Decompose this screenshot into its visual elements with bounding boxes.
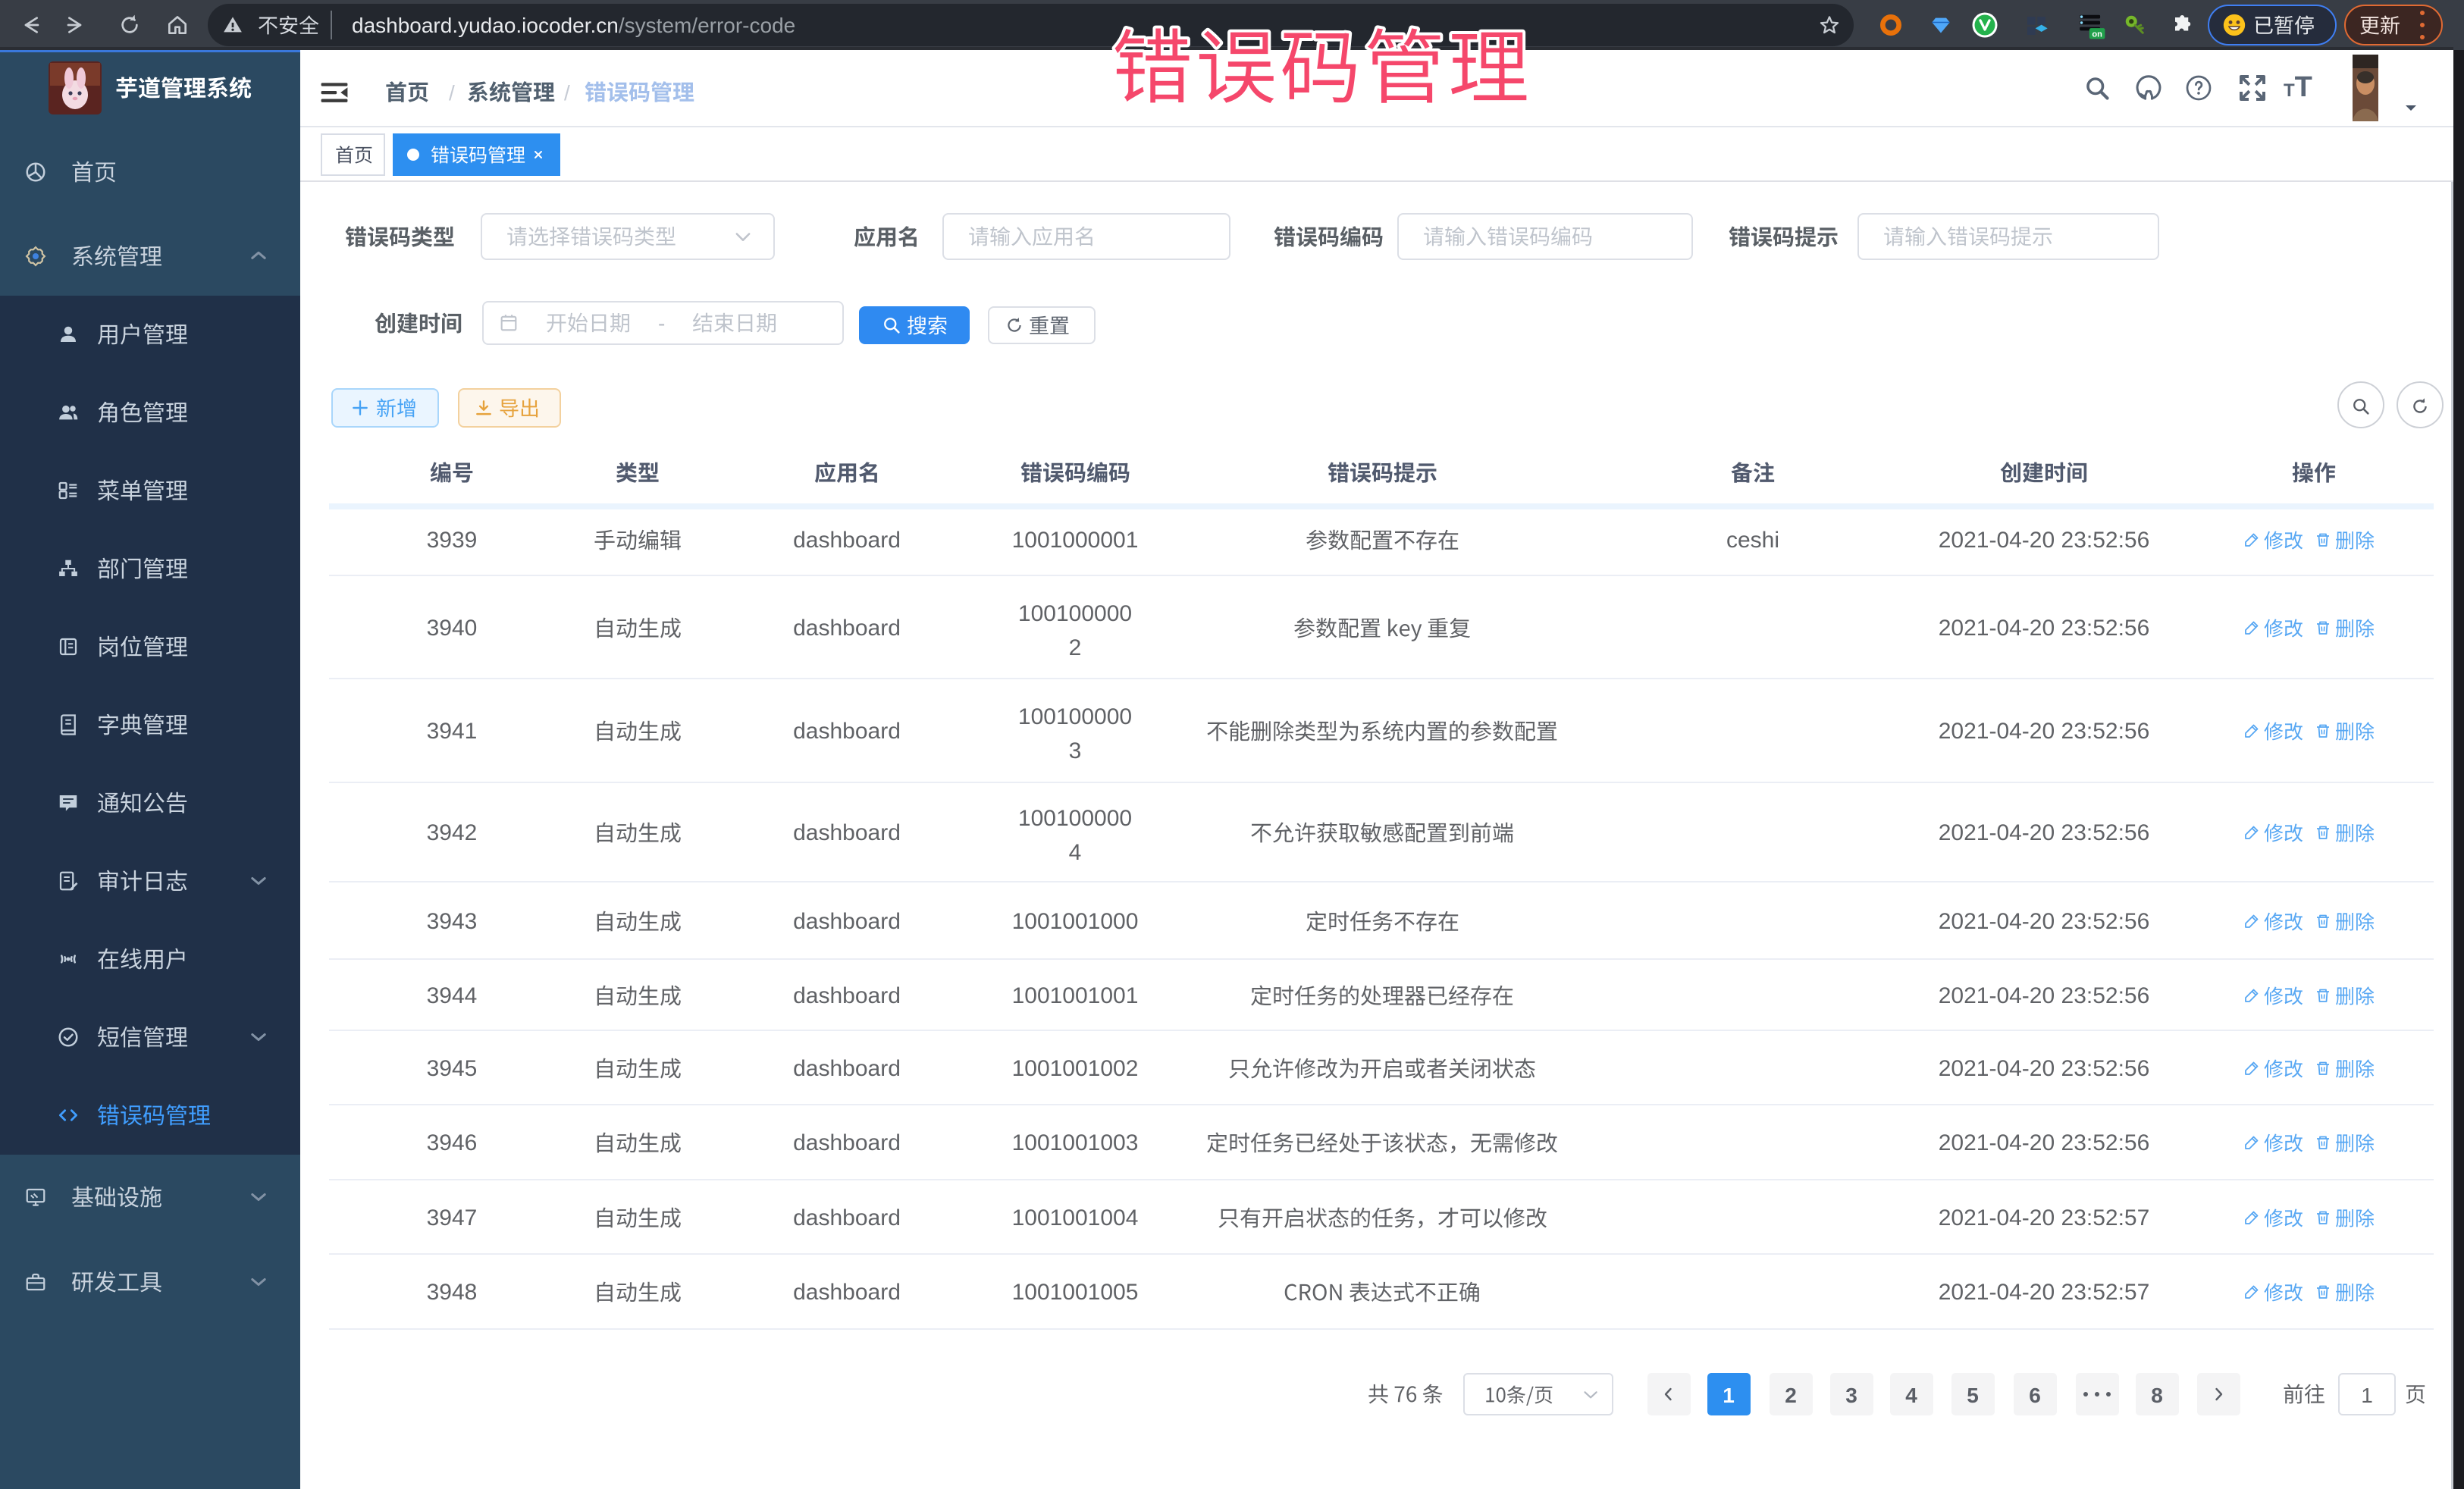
svg-text:on: on xyxy=(2092,30,2102,39)
